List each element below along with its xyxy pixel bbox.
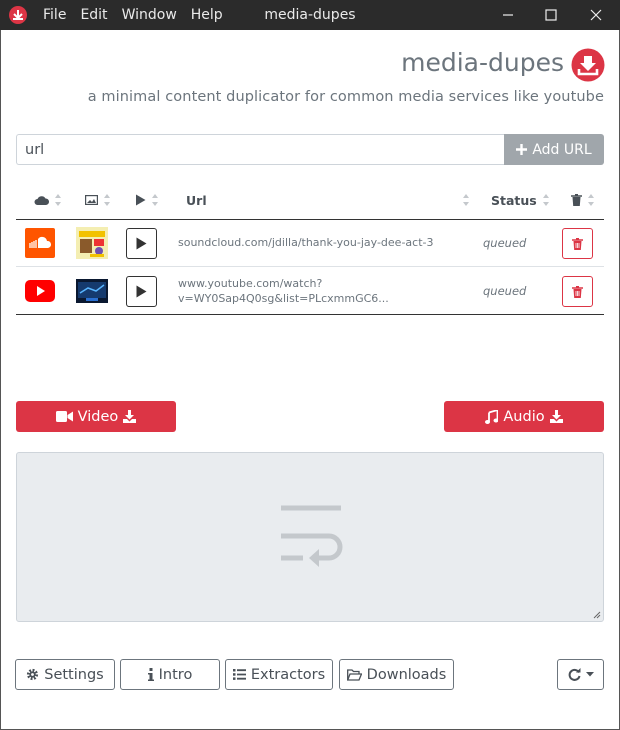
th-service[interactable] — [34, 182, 62, 218]
downloads-button[interactable]: Downloads — [339, 659, 454, 690]
table-row: www.youtube.com/watch? v=WY0Sap4Q0sg&lis… — [16, 267, 604, 315]
text-wrap-icon — [281, 505, 343, 567]
maximize-icon — [545, 9, 557, 21]
sort-icon — [542, 194, 549, 206]
row-status: queued — [483, 235, 527, 250]
play-icon — [136, 237, 147, 250]
sort-icon — [463, 194, 469, 206]
play-button[interactable] — [126, 276, 157, 307]
play-icon — [136, 285, 147, 298]
close-button[interactable] — [576, 0, 616, 30]
refresh-icon — [568, 668, 580, 681]
gear-icon — [27, 668, 39, 681]
row-url-line1: www.youtube.com/watch? — [178, 276, 323, 290]
image-icon — [85, 195, 98, 205]
close-icon — [590, 9, 602, 21]
th-url[interactable]: Url — [186, 182, 470, 218]
thumbnail — [76, 219, 108, 266]
menu-bar: File Edit Window Help — [43, 0, 237, 30]
app-subtitle: a minimal content duplicator for common … — [87, 89, 604, 105]
extractors-button[interactable]: Extractors — [225, 659, 333, 690]
delete-button[interactable] — [562, 276, 593, 307]
add-url-button[interactable]: Add URL — [504, 134, 604, 165]
maximize-button[interactable] — [531, 0, 571, 30]
app-logo-icon — [9, 6, 27, 24]
log-textarea[interactable] — [16, 452, 604, 622]
resize-handle-icon[interactable] — [593, 611, 601, 619]
download-logo-icon — [571, 48, 605, 82]
menu-file[interactable]: File — [43, 7, 66, 23]
thumbnail — [76, 267, 108, 314]
play-button[interactable] — [126, 228, 157, 259]
th-status[interactable]: Status — [491, 182, 550, 218]
intro-label: Intro — [158, 666, 193, 683]
th-delete[interactable] — [571, 182, 595, 218]
settings-label: Settings — [44, 666, 104, 683]
download-icon — [549, 410, 563, 423]
url-input[interactable] — [16, 134, 505, 165]
th-play[interactable] — [135, 182, 159, 218]
th-url-label: Url — [186, 192, 207, 208]
download-icon — [123, 410, 137, 423]
add-url-label: Add URL — [532, 141, 592, 158]
download-audio-button[interactable]: Audio — [444, 401, 604, 432]
row-url: www.youtube.com/watch? v=WY0Sap4Q0sg&lis… — [178, 267, 468, 314]
music-icon — [485, 409, 499, 424]
refresh-dropdown-button[interactable] — [557, 659, 604, 690]
play-icon — [136, 194, 146, 206]
caret-down-icon — [585, 672, 594, 677]
delete-button[interactable] — [562, 228, 593, 259]
trash-icon — [572, 237, 583, 250]
sort-icon — [152, 194, 158, 206]
intro-button[interactable]: Intro — [120, 659, 220, 690]
info-icon — [147, 668, 154, 681]
cloud-icon — [34, 196, 49, 205]
table-row: soundcloud.com/jdilla/thank-you-jay-dee-… — [16, 219, 604, 267]
row-status: queued — [483, 283, 527, 298]
video-label: Video — [77, 408, 119, 425]
row-url: soundcloud.com/jdilla/thank-you-jay-dee-… — [178, 236, 434, 249]
folder-open-icon — [346, 668, 362, 681]
menu-window[interactable]: Window — [122, 7, 177, 23]
table-header: Url Status — [16, 182, 604, 220]
downloads-label: Downloads — [366, 666, 447, 683]
menu-help[interactable]: Help — [191, 7, 223, 23]
extractors-label: Extractors — [250, 666, 326, 683]
menu-edit[interactable]: Edit — [80, 7, 107, 23]
row-url-line2: v=WY0Sap4Q0sg&list=PLcxmmGC6... — [178, 291, 389, 305]
soundcloud-icon — [25, 219, 55, 266]
sort-icon — [588, 194, 594, 206]
youtube-icon — [25, 267, 55, 314]
th-status-label: Status — [491, 192, 537, 208]
trash-icon — [572, 285, 583, 298]
plus-icon — [516, 144, 528, 155]
download-video-button[interactable]: Video — [16, 401, 176, 432]
list-icon — [232, 669, 246, 680]
minimize-button[interactable] — [488, 0, 528, 30]
th-thumbnail[interactable] — [85, 182, 111, 218]
settings-button[interactable]: Settings — [15, 659, 115, 690]
audio-label: Audio — [503, 408, 545, 425]
sort-icon — [55, 194, 61, 206]
minimize-icon — [503, 14, 513, 16]
app-title: media-dupes — [401, 48, 564, 77]
video-camera-icon — [55, 411, 73, 422]
sort-icon — [104, 194, 110, 206]
trash-icon — [571, 194, 582, 206]
window-titlebar: File Edit Window Help media-dupes — [0, 0, 620, 30]
